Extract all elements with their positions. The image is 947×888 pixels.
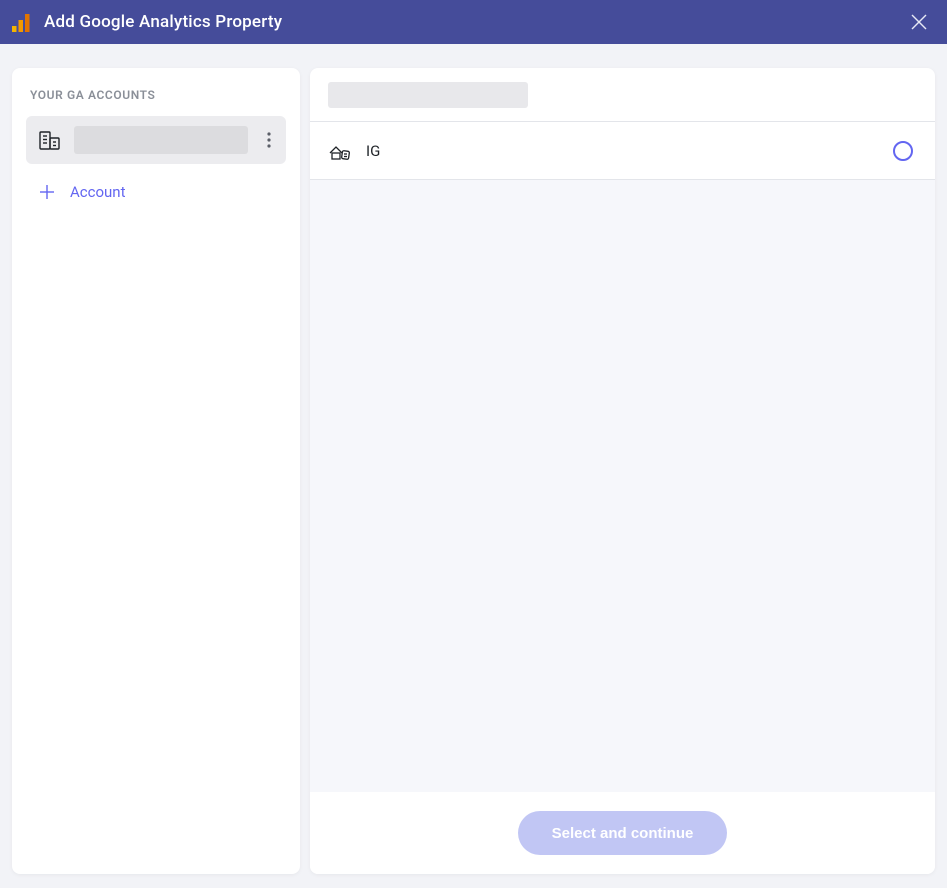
properties-panel: IG Select and continue (310, 68, 935, 874)
properties-panel-header (310, 68, 935, 122)
account-more-button[interactable] (258, 126, 280, 154)
add-account-button[interactable]: Account (26, 170, 286, 214)
property-name: IG (366, 142, 879, 160)
close-icon (910, 13, 928, 31)
plus-icon (38, 183, 56, 201)
modal-body: YOUR GA ACCOUNTS (0, 44, 947, 888)
properties-panel-footer: Select and continue (310, 792, 935, 874)
close-button[interactable] (905, 8, 933, 36)
property-radio[interactable] (893, 141, 913, 161)
add-ga-property-modal: Add Google Analytics Property YOUR GA AC… (0, 0, 947, 888)
property-icon (326, 138, 352, 164)
accounts-sidebar: YOUR GA ACCOUNTS (12, 68, 300, 874)
google-analytics-logo-icon (12, 12, 32, 32)
organization-icon (36, 126, 64, 154)
sidebar-section-title: YOUR GA ACCOUNTS (30, 88, 286, 102)
modal-title: Add Google Analytics Property (44, 12, 905, 32)
account-row-selected[interactable] (26, 116, 286, 164)
selected-account-title-redacted (328, 82, 528, 108)
select-and-continue-button[interactable]: Select and continue (518, 811, 728, 855)
kebab-icon (267, 132, 271, 148)
properties-empty-area (310, 180, 935, 792)
account-name-redacted (74, 126, 248, 154)
property-row[interactable]: IG (310, 122, 935, 180)
add-account-label: Account (70, 183, 126, 201)
modal-header: Add Google Analytics Property (0, 0, 947, 44)
